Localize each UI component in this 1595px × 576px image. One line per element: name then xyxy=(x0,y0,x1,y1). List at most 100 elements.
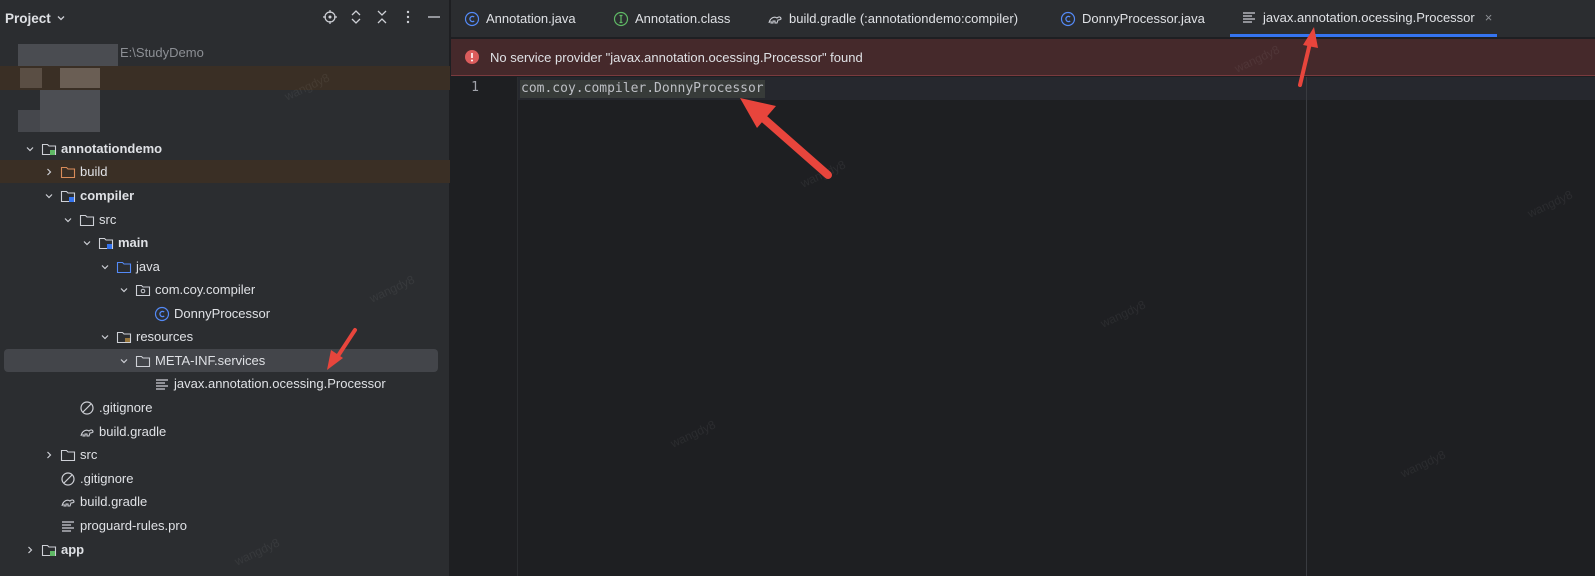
java-class-icon xyxy=(1060,11,1076,27)
tree-item-label: compiler xyxy=(80,188,135,203)
tree-item-build-gradle[interactable]: build.gradle xyxy=(0,420,450,443)
chevron-down-icon[interactable] xyxy=(79,235,95,251)
chevron-right-icon[interactable] xyxy=(41,164,57,180)
java-source-folder-icon xyxy=(116,259,132,275)
line-number: 1 xyxy=(471,80,479,95)
tree-item-label: app xyxy=(61,542,85,557)
tab-label: build.gradle (:annotationdemo:compiler) xyxy=(789,11,1019,26)
editor-gutter: 1 xyxy=(451,77,518,576)
tab-build-gradle[interactable]: build.gradle (:annotationdemo:compiler) xyxy=(767,0,1018,37)
tree-item-gitignore[interactable]: .gitignore xyxy=(0,467,450,490)
text-file-icon xyxy=(154,376,170,392)
tree-item-label: src xyxy=(99,212,117,227)
watermark: wangdy8 xyxy=(1098,297,1148,331)
resources-folder-icon xyxy=(116,329,132,345)
tree-item-annotationdemo[interactable]: annotationdemo xyxy=(0,137,450,160)
error-banner: No service provider "javax.annotation.oc… xyxy=(451,39,1595,76)
tree-item-label: proguard-rules.pro xyxy=(80,518,187,533)
chevron-down-icon[interactable] xyxy=(116,282,132,298)
minimize-icon[interactable] xyxy=(426,8,442,26)
chevron-down-icon[interactable] xyxy=(22,141,38,157)
tree-item-proguard-rules[interactable]: proguard-rules.pro xyxy=(0,514,450,537)
redacted-block xyxy=(60,68,100,88)
tab-processor-file[interactable]: javax.annotation.ocessing.Processor × xyxy=(1230,0,1497,37)
project-panel-title[interactable]: Project xyxy=(5,11,51,26)
tree-item-label: java xyxy=(136,259,160,274)
right-margin-guide xyxy=(1306,77,1307,576)
module-folder-icon xyxy=(41,542,57,558)
tab-donnyprocessor-java[interactable]: DonnyProcessor.java xyxy=(1060,0,1205,37)
tree-item-resources[interactable]: resources xyxy=(0,325,450,348)
tree-item-label: build.gradle xyxy=(80,494,148,509)
tree-item-java[interactable]: java xyxy=(0,255,450,278)
folder-icon xyxy=(60,447,76,463)
tab-label: DonnyProcessor.java xyxy=(1082,11,1205,26)
locate-icon[interactable] xyxy=(322,8,338,26)
root-path: E:\StudyDemo xyxy=(120,45,204,60)
tab-label: Annotation.class xyxy=(635,11,731,26)
tree-item-build-gradle[interactable]: build.gradle xyxy=(0,490,450,513)
tree-item-build[interactable]: build xyxy=(0,160,450,183)
text-file-icon xyxy=(1241,9,1257,25)
tree-item-compiler[interactable]: compiler xyxy=(0,184,450,207)
annotation-class-icon xyxy=(613,11,629,27)
chevron-right-icon[interactable] xyxy=(41,447,57,463)
tab-annotation-java[interactable]: Annotation.java xyxy=(464,0,576,37)
redacted-block xyxy=(20,68,42,88)
text-file-icon xyxy=(60,518,76,534)
tree-item-donnyprocessor[interactable]: DonnyProcessor xyxy=(0,302,450,325)
tree-item-main[interactable]: main xyxy=(0,231,450,254)
project-panel-header: Project xyxy=(0,0,450,36)
chevron-down-icon[interactable] xyxy=(41,188,57,204)
chevron-down-icon[interactable] xyxy=(116,353,132,369)
tab-annotation-class[interactable]: Annotation.class xyxy=(613,0,730,37)
tab-label: Annotation.java xyxy=(486,11,576,26)
tree-item-label: com.coy.compiler xyxy=(155,282,256,297)
chevron-right-icon[interactable] xyxy=(22,542,38,558)
folder-icon xyxy=(135,353,151,369)
gradle-icon xyxy=(79,424,95,440)
chevron-down-icon[interactable] xyxy=(55,12,67,24)
java-class-icon xyxy=(464,11,480,27)
ignore-file-icon xyxy=(79,400,95,416)
close-icon[interactable]: × xyxy=(1485,10,1493,25)
java-class-icon xyxy=(154,306,170,322)
gradle-icon xyxy=(60,494,76,510)
code-editor[interactable]: 1 com.coy.compiler.DonnyProcessor wangdy… xyxy=(451,77,1595,576)
tree-item-processor-file[interactable]: javax.annotation.ocessing.Processor xyxy=(0,372,450,395)
redacted-block xyxy=(18,110,40,132)
tree-item-label: resources xyxy=(136,329,194,344)
tree-item-app[interactable]: app xyxy=(0,538,450,561)
tree-item-src[interactable]: src xyxy=(0,208,450,231)
ide-window: Project E:\StudyDemo annotationdemo buil… xyxy=(0,0,1595,576)
tree-item-label: javax.annotation.ocessing.Processor xyxy=(174,376,386,391)
code-line-1[interactable]: com.coy.compiler.DonnyProcessor xyxy=(520,80,765,98)
watermark: wangdy8 xyxy=(1525,187,1575,221)
tree-item-label: main xyxy=(118,235,149,250)
collapse-all-icon[interactable] xyxy=(374,8,390,26)
tree-item-gitignore[interactable]: .gitignore xyxy=(0,396,450,419)
chevron-down-icon[interactable] xyxy=(60,212,76,228)
more-options-icon[interactable] xyxy=(400,8,416,26)
project-panel-toolbar xyxy=(322,8,442,26)
watermark: wangdy8 xyxy=(668,417,718,451)
tree-item-label: .gitignore xyxy=(80,471,134,486)
chevron-down-icon[interactable] xyxy=(97,259,113,275)
tree-item-meta-inf-services[interactable]: META-INF.services xyxy=(4,349,438,372)
tree-item-label: src xyxy=(80,447,98,462)
expand-all-icon[interactable] xyxy=(348,8,364,26)
package-icon xyxy=(135,282,151,298)
watermark: wangdy8 xyxy=(798,157,848,191)
module-folder-icon xyxy=(41,141,57,157)
tree-item-label: .gitignore xyxy=(99,400,153,415)
folder-excluded-icon xyxy=(60,164,76,180)
tree-item-src[interactable]: src xyxy=(0,443,450,466)
watermark: wangdy8 xyxy=(1398,447,1448,481)
tree-item-label: build.gradle xyxy=(99,424,167,439)
tree-item-label: DonnyProcessor xyxy=(174,306,271,321)
chevron-down-icon[interactable] xyxy=(97,329,113,345)
tree-item-label: build xyxy=(80,164,108,179)
error-message: No service provider "javax.annotation.oc… xyxy=(490,49,863,65)
module-folder-icon xyxy=(60,188,76,204)
ignore-file-icon xyxy=(60,471,76,487)
